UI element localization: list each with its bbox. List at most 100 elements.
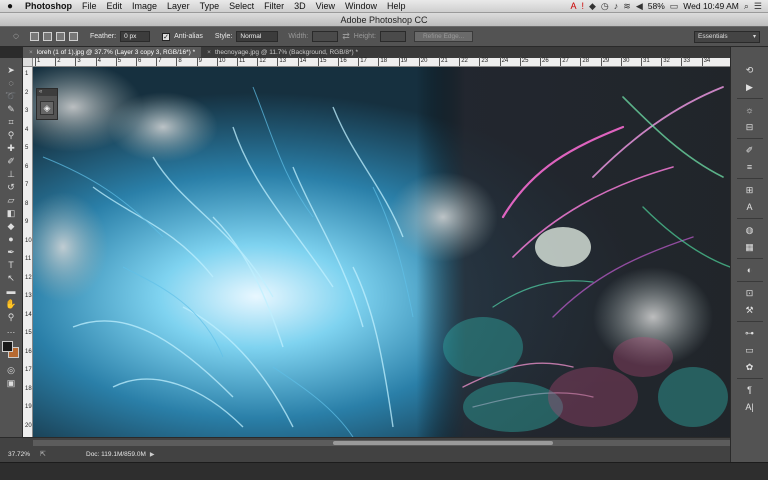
scrollbar-thumb[interactable] — [333, 441, 553, 445]
menu-layer[interactable]: Layer — [162, 1, 195, 11]
width-field[interactable] — [312, 31, 339, 42]
dodge-tool-icon[interactable]: ● — [3, 233, 19, 245]
type-tool-icon[interactable]: T — [3, 259, 19, 271]
menu-filter[interactable]: Filter — [259, 1, 289, 11]
more-tools-icon[interactable]: … — [3, 324, 19, 336]
menu-type[interactable]: Type — [195, 1, 225, 11]
foreground-color-swatch[interactable] — [2, 341, 13, 352]
subtract-selection-icon[interactable] — [56, 32, 65, 41]
menu-3d[interactable]: 3D — [289, 1, 311, 11]
zoom-tool-icon[interactable]: ⚲ — [3, 311, 19, 323]
tool-presets-icon[interactable]: A — [739, 200, 761, 214]
battery-icon[interactable]: ▭ — [670, 1, 679, 12]
menu-edit[interactable]: Edit — [102, 1, 128, 11]
clone-stamp-tool-icon[interactable]: ⊥ — [3, 168, 19, 180]
feather-field[interactable]: 0 px — [120, 31, 151, 42]
healing-tool-icon[interactable]: ✚ — [3, 142, 19, 154]
menu-help[interactable]: Help — [382, 1, 411, 11]
quick-mask-icon[interactable]: ◎ — [3, 364, 19, 376]
hand-tool-icon[interactable]: ✋ — [3, 298, 19, 310]
paint-bucket-tool-icon[interactable]: ◧ — [3, 207, 19, 219]
tab-thecnoyage[interactable]: × thecnoyage.jpg @ 11.7% (Background, RGB… — [201, 47, 364, 58]
horizontal-ruler[interactable]: 1 2 3 4 5 6 7 8 9 10 11 12 13 14 15 16 17 18 19 20 21 22 23 24 2… — [33, 57, 730, 67]
styles-icon[interactable]: ⊟ — [739, 120, 761, 134]
eraser-tool-icon[interactable]: ▱ — [3, 194, 19, 206]
layers-icon[interactable]: ◈ — [40, 101, 54, 115]
marquee-tool-icon[interactable]: ◌ — [3, 77, 19, 89]
style-select[interactable]: Normal — [236, 31, 279, 42]
dock-divider — [736, 321, 763, 322]
swatches-icon[interactable]: ▦ — [739, 240, 761, 254]
path-select-tool-icon[interactable]: ↖ — [3, 272, 19, 284]
swap-icon[interactable]: ⇄ — [342, 31, 350, 42]
export-icon[interactable]: ⇱ — [40, 450, 54, 458]
actions-icon[interactable]: ▶ — [739, 80, 761, 94]
measurement-icon[interactable]: ⚒ — [739, 303, 761, 317]
layer-comps-icon[interactable]: ✿ — [739, 360, 761, 374]
lasso-tool-icon[interactable]: ➰ — [3, 90, 19, 102]
dock-divider — [736, 178, 763, 179]
menu-image[interactable]: Image — [127, 1, 162, 11]
color-swatches[interactable] — [2, 341, 20, 359]
shape-tool-icon[interactable]: ▬ — [3, 285, 19, 297]
brush-settings-icon[interactable]: ≡ — [739, 160, 761, 174]
navigator-icon[interactable]: ◐ — [739, 263, 761, 277]
history-brush-tool-icon[interactable]: ↺ — [3, 181, 19, 193]
notification-icon[interactable]: ☰ — [754, 1, 762, 12]
blur-tool-icon[interactable]: ◆ — [3, 220, 19, 232]
horizontal-scrollbar[interactable] — [33, 440, 730, 446]
menu-select[interactable]: Select — [224, 1, 259, 11]
add-selection-icon[interactable] — [43, 32, 52, 41]
ruler-tick-label: 5 — [25, 145, 29, 151]
close-icon[interactable]: × — [207, 49, 211, 56]
new-selection-icon[interactable] — [30, 32, 39, 41]
ruler-tick-label: 14 — [299, 58, 307, 64]
layers-mini-panel[interactable]: « ◈ — [36, 88, 58, 120]
wifi-icon[interactable]: ≋ — [623, 1, 631, 12]
color-icon[interactable]: ◍ — [739, 223, 761, 237]
apple-menu-icon[interactable]: ● — [0, 1, 20, 12]
volume-icon[interactable]: ♪ — [614, 1, 619, 11]
intersect-selection-icon[interactable] — [69, 32, 78, 41]
clock-icon[interactable]: ◷ — [601, 1, 609, 12]
menubar-clock[interactable]: Wed 10:49 AM — [683, 1, 739, 11]
height-field[interactable] — [379, 31, 406, 42]
menu-photoshop[interactable]: Photoshop — [20, 1, 77, 11]
channels-icon[interactable]: ⊶ — [739, 326, 761, 340]
close-icon[interactable]: × — [29, 49, 33, 56]
quick-select-tool-icon[interactable]: ✎ — [3, 103, 19, 115]
paragraph-icon[interactable]: ¶ — [739, 383, 761, 397]
marquee-preset-icon[interactable]: ◌ — [6, 30, 26, 44]
adobe-icon[interactable]: A — [570, 1, 576, 11]
refine-edge-button[interactable]: Refine Edge... — [413, 31, 474, 42]
adjustments-icon[interactable]: ☼ — [739, 103, 761, 117]
workspace-select[interactable]: Essentials — [694, 30, 760, 43]
search-icon[interactable]: ⌕ — [744, 1, 749, 12]
eyedropper-tool-icon[interactable]: ⚲ — [3, 129, 19, 141]
info-icon[interactable]: ⊡ — [739, 286, 761, 300]
screen-mode-icon[interactable]: ▣ — [3, 377, 19, 389]
menu-view[interactable]: View — [311, 1, 340, 11]
dropbox-icon[interactable]: ◆ — [589, 1, 596, 12]
pen-tool-icon[interactable]: ✒ — [3, 246, 19, 258]
tab-loreh[interactable]: × loreh (1 of 1).jpg @ 37.7% (Layer 3 cop… — [23, 47, 202, 58]
brush-tool-icon[interactable]: ✐ — [3, 155, 19, 167]
crop-tool-icon[interactable]: ⌗ — [3, 116, 19, 128]
ruler-origin[interactable] — [23, 58, 33, 67]
menu-window[interactable]: Window — [340, 1, 382, 11]
status-menu-arrow-icon[interactable]: ▶ — [150, 451, 155, 458]
clone-source-icon[interactable]: ⊞ — [739, 183, 761, 197]
move-tool-icon[interactable]: ➤ — [3, 64, 19, 76]
antialias-checkbox[interactable]: ✓ — [162, 32, 171, 41]
panel-collapse-icon[interactable]: « — [37, 89, 57, 96]
sound-icon[interactable]: ◀ — [636, 1, 643, 12]
alert-icon[interactable]: ! — [581, 1, 584, 11]
character-icon[interactable]: A| — [739, 400, 761, 414]
vertical-ruler[interactable]: 1 2 3 4 5 6 7 8 9 10 11 12 13 14 15 16 17 18 19 20 — [23, 67, 33, 437]
notes-icon[interactable]: ▭ — [739, 343, 761, 357]
brush-presets-icon[interactable]: ✐ — [739, 143, 761, 157]
zoom-level[interactable]: 37.72% — [0, 451, 40, 458]
document-canvas[interactable] — [33, 67, 730, 437]
menu-file[interactable]: File — [77, 1, 102, 11]
history-icon[interactable]: ⟲ — [739, 63, 761, 77]
